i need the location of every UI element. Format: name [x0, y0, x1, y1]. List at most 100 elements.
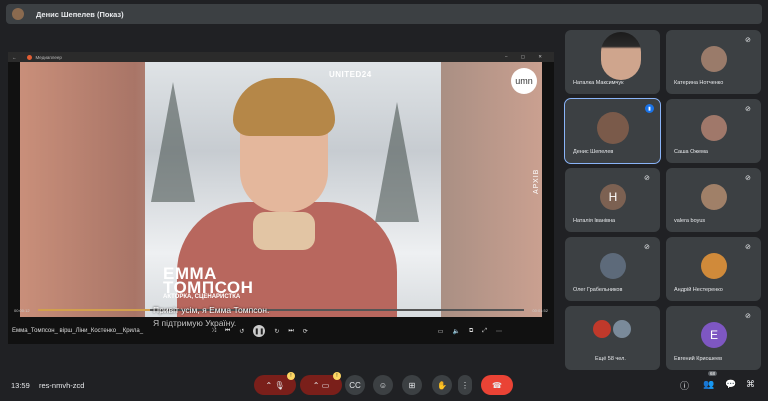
captions-icon: CC	[349, 380, 361, 390]
avatar	[600, 253, 626, 279]
media-player-titlebar: ← Медиаплеер – ▢ ✕	[8, 52, 554, 62]
window-title: Медиаплеер	[35, 54, 62, 60]
info-icon[interactable]: ⓘ	[680, 379, 689, 392]
participant-tile[interactable]: ⊘ Саша Ожема	[666, 99, 761, 163]
presenter-bar: Денис Шепелев (Показ)	[6, 4, 762, 24]
speaking-indicator-icon: ▮	[645, 104, 654, 113]
media-player-app-icon	[26, 54, 32, 60]
avatar: Н	[600, 184, 626, 210]
seek-bar[interactable]	[37, 309, 525, 311]
camera-warning-badge: !	[333, 372, 341, 380]
participant-name: Андрій Нестеренко	[674, 287, 723, 293]
captions-icon[interactable]: ▭	[438, 328, 444, 335]
participant-tile[interactable]: Наталка Максимчук	[565, 30, 660, 94]
participant-tile[interactable]: ⊘ Н Наталія Іванівна	[565, 168, 660, 232]
next-icon[interactable]: ⏭	[288, 328, 293, 335]
file-title: Емма_Томпсон_ вірш_Ліни_Костенко__Крила_	[12, 328, 144, 334]
participant-name: valera boyus	[674, 218, 706, 224]
avatar	[593, 320, 611, 338]
meeting-code: res-nmvh-zcd	[39, 381, 85, 390]
speaker-last-name: ТОМПСОН	[163, 278, 254, 297]
archive-label: АРХІВ	[533, 168, 540, 194]
chevron-up-icon[interactable]: ⌃	[313, 381, 320, 390]
participant-tile[interactable]: ⊘ valera boyus	[666, 168, 761, 232]
shuffle-icon[interactable]: ⤨	[211, 328, 216, 335]
avatar	[701, 184, 727, 210]
activities-icon[interactable]: ⌘	[746, 379, 755, 390]
mic-off-icon: ⊘	[745, 313, 751, 320]
window-controls[interactable]: – ▢ ✕	[505, 54, 548, 60]
umn-logo: umn	[511, 68, 537, 94]
mic-off-icon: ⊘	[745, 106, 751, 113]
present-button[interactable]: ⊞	[402, 375, 422, 395]
camera-off-icon: ▭	[321, 380, 330, 390]
presenter-avatar	[12, 8, 24, 20]
people-icon[interactable]: 👥	[703, 379, 714, 390]
more-options-button[interactable]: ⋮	[458, 375, 472, 395]
avatar	[701, 253, 727, 279]
participant-tile[interactable]: ⊘ Катерина Нотченко	[666, 30, 761, 94]
mic-off-icon: ⊘	[644, 244, 650, 251]
person-scarf	[253, 212, 315, 250]
tree-shape	[151, 82, 195, 202]
subtitle-line-1: Привіт усім, я Емма Томпсон.	[153, 305, 270, 315]
participant-tile[interactable]: ⊘ Андрій Нестеренко	[666, 237, 761, 301]
more-icon[interactable]: ⋯	[496, 328, 502, 335]
avatar	[701, 46, 727, 72]
avatar	[701, 115, 727, 141]
chevron-up-icon[interactable]: ⌃	[265, 381, 272, 390]
avatar	[613, 320, 631, 338]
volume-icon[interactable]: 🔈	[452, 328, 459, 335]
player-controls: Емма_Томпсон_ вірш_Ліни_Костенко__Крила_…	[8, 320, 554, 342]
previous-icon[interactable]: ⏮	[225, 328, 230, 335]
participant-tile[interactable]: ▮ Денис Шепелев	[564, 98, 661, 164]
shared-screen: ← Медиаплеер – ▢ ✕ UNITED24 ЕММА ТОМПСОН…	[8, 52, 554, 344]
participant-name: Наталка Максимчук	[573, 80, 624, 86]
seek-bar-progress	[37, 309, 150, 311]
emoji-button[interactable]: ☺	[373, 375, 393, 395]
more-participants-label: Ещё 58 чел.	[595, 356, 626, 362]
rewind-icon[interactable]: ↺	[239, 328, 244, 335]
participant-name: Саша Ожема	[674, 149, 708, 155]
mic-off-icon: ⊘	[745, 244, 751, 251]
cast-icon[interactable]: ⧉	[469, 328, 473, 335]
mic-off-icon: ⊘	[745, 175, 751, 182]
avatar: E	[701, 322, 727, 348]
back-arrow-icon[interactable]: ←	[12, 55, 17, 60]
present-icon: ⊞	[408, 380, 416, 390]
participant-name: Евгений Криошеев	[674, 356, 723, 362]
mic-warning-badge: !	[287, 372, 295, 380]
leave-call-button[interactable]: ☎	[481, 375, 513, 395]
participant-tile[interactable]: ⊘ Олег Грабельников	[565, 237, 660, 301]
participant-video	[601, 32, 641, 80]
participant-tile[interactable]: ⊘ E Евгений Криошеев	[666, 306, 761, 370]
pause-button[interactable]: ❚❚	[253, 325, 266, 337]
more-icon: ⋮	[461, 380, 469, 390]
person-hat	[233, 78, 335, 136]
speaker-name: ЕММА ТОМПСОН	[163, 265, 254, 297]
presenter-title: Денис Шепелев (Показ)	[36, 9, 124, 19]
tree-shape	[375, 102, 419, 222]
video-frame[interactable]: UNITED24 ЕММА ТОМПСОН АКТОРКА, СЦЕНАРИСТ…	[20, 62, 542, 317]
repeat-icon[interactable]: ⟳	[303, 328, 308, 335]
mic-off-icon: ⊘	[745, 37, 751, 44]
participant-name: Олег Грабельников	[573, 287, 623, 293]
fullscreen-icon[interactable]: ⤢	[482, 328, 487, 335]
leave-call-icon: ☎	[492, 380, 502, 390]
playback-timeline: 00:00:12 00:01:52	[8, 305, 554, 315]
captions-button[interactable]: CC	[345, 375, 365, 395]
raise-hand-button[interactable]: ✋	[432, 375, 452, 395]
video-scene: UNITED24 ЕММА ТОМПСОН АКТОРКА, СЦЕНАРИСТ…	[145, 62, 441, 317]
participant-tile[interactable]: Ещё 58 чел.	[565, 306, 660, 370]
raise-hand-icon: ✋	[437, 380, 447, 390]
emoji-icon: ☺	[378, 380, 388, 390]
mic-off-icon: ⊘	[644, 175, 650, 182]
participant-name: Наталія Іванівна	[573, 218, 616, 224]
forward-icon[interactable]: ↻	[274, 328, 279, 335]
avatar	[597, 112, 629, 144]
total-time: 00:01:52	[532, 307, 548, 313]
united24-logo: UNITED24	[329, 70, 372, 79]
clock: 13:59	[11, 381, 30, 390]
chat-icon[interactable]: 💬	[725, 379, 736, 390]
participant-name: Денис Шепелев	[573, 149, 614, 155]
